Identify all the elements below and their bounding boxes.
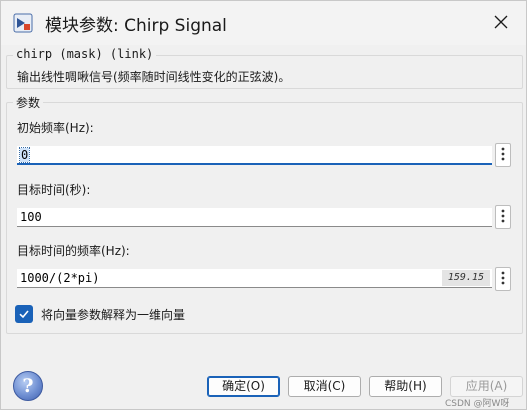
vertical-ellipsis-icon (501, 146, 505, 165)
initial-frequency-value: 0 (18, 147, 31, 163)
target-time-label: 目标时间(秒): (17, 183, 91, 197)
block-description: 输出线性啁啾信号(频率随时间线性变化的正弦波)。 (17, 70, 291, 84)
help-button[interactable]: 帮助(H) (369, 376, 442, 397)
target-time-input[interactable]: 100 (17, 208, 492, 227)
help-question-icon[interactable]: ? (13, 371, 43, 401)
interpret-vector-label: 将向量参数解释为一维向量 (41, 308, 186, 322)
target-time-value: 100 (20, 210, 42, 224)
ok-button[interactable]: 确定(O) (207, 376, 280, 397)
initial-frequency-label: 初始频率(Hz): (17, 121, 94, 135)
block-type-legend: chirp (mask) (link) (13, 47, 157, 61)
window-title: 模块参数: Chirp Signal (45, 16, 227, 36)
cancel-button[interactable]: 取消(C) (288, 376, 361, 397)
vertical-ellipsis-icon (501, 208, 505, 227)
close-icon (493, 14, 509, 34)
dialog-window: 模块参数: Chirp Signal chirp (mask) (link) 输… (0, 0, 527, 410)
target-frequency-value: 1000/(2*pi) (20, 271, 100, 285)
description-group: chirp (mask) (link) 输出线性啁啾信号(频率随时间线性变化的正… (6, 47, 523, 89)
initial-frequency-input[interactable]: 0 (17, 146, 492, 165)
target-time-more-button[interactable] (495, 205, 511, 229)
evaluated-value-badge: 159.15 (441, 270, 490, 286)
interpret-vector-checkbox[interactable] (15, 305, 33, 323)
parameters-legend: 参数 (13, 94, 44, 111)
target-frequency-more-button[interactable] (495, 267, 511, 291)
close-button[interactable] (486, 9, 516, 39)
initial-frequency-more-button[interactable] (495, 143, 511, 167)
simulink-block-icon (13, 13, 33, 33)
checkmark-icon (18, 305, 30, 324)
target-frequency-input[interactable]: 1000/(2*pi) 159.15 (17, 269, 492, 288)
target-frequency-label: 目标时间的频率(Hz): (17, 244, 130, 258)
watermark-text: CSDN @阿W呀 (445, 399, 510, 409)
apply-button[interactable]: 应用(A) (450, 376, 523, 397)
vertical-ellipsis-icon (501, 270, 505, 289)
title-bar: 模块参数: Chirp Signal (1, 1, 526, 45)
